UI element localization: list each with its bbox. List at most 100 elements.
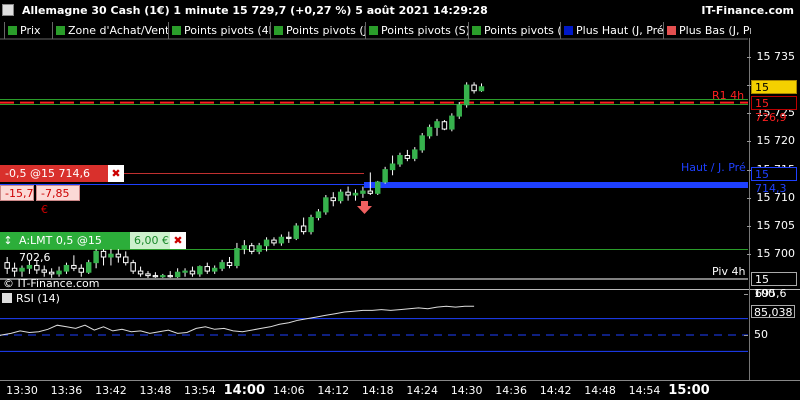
price-tick-label: 15 735 (746, 49, 795, 63)
time-tick-label: 13:36 (50, 384, 83, 397)
rsi-swatch-icon (2, 293, 12, 303)
candle-down (34, 264, 40, 271)
candle-down (441, 121, 448, 130)
candle-down (204, 266, 211, 272)
price-tick-label: 15 700 (746, 247, 795, 261)
candle-up (160, 275, 166, 278)
candle-down (404, 155, 411, 159)
candle-up (93, 250, 99, 264)
candle-down (300, 225, 307, 233)
candle-down (130, 262, 136, 272)
candle-up (478, 86, 485, 92)
candle-down (41, 269, 47, 273)
candle-up (219, 262, 225, 269)
plus-haut-line-label: Haut / J. Pré (681, 160, 746, 174)
time-tick-label: 13:30 (6, 384, 38, 397)
candle-up (197, 266, 203, 275)
rsi-axis[interactable]: 100 50 (744, 287, 800, 380)
plus-haut-level-tag: 15 714,3 (751, 166, 797, 195)
rsi-value-tag: 85,038 (751, 305, 795, 319)
time-tick-label: 14:12 (317, 384, 350, 397)
candle-down (286, 236, 292, 239)
time-tick-label: 14:48 (584, 384, 616, 397)
candle-down (226, 262, 233, 266)
candle-down (137, 270, 144, 275)
candle-up (389, 163, 396, 171)
candle-up (85, 262, 92, 273)
candle-down (189, 270, 196, 275)
candle-down (78, 267, 85, 273)
price-chart[interactable] (0, 0, 800, 400)
candle-down (152, 275, 159, 278)
candle-up (449, 115, 455, 130)
price-tick-label: 15 705 (746, 219, 795, 232)
candle-up (108, 253, 114, 258)
time-tick-label: 14:36 (495, 384, 527, 397)
sell-order-label[interactable]: -0,5 @15 714,6 (RL) (0, 165, 108, 197)
candle-down (249, 245, 255, 252)
candle-down (71, 264, 77, 269)
candle-down (330, 197, 336, 202)
candle-up (56, 270, 62, 275)
time-tick-label: 13:42 (95, 384, 127, 397)
candle-up (337, 191, 344, 202)
trading-chart-window: Allemagne 30 Cash (1€) 1 minute 15 729,7… (0, 0, 800, 400)
candle-up (263, 239, 270, 247)
candle-up (234, 248, 240, 266)
candle-up (63, 264, 70, 272)
watermark: © IT-Finance.com (3, 277, 100, 290)
candle-up (19, 267, 25, 272)
buy-order-label[interactable]: A:LMT 0,5 @15 702,6 (16, 232, 130, 264)
time-tick-label: 14:18 (361, 384, 394, 397)
candle-down (123, 256, 129, 264)
candle-down (345, 191, 351, 196)
sell-order-pl-points: -15,7 (0, 185, 34, 201)
candle-up (293, 225, 299, 239)
sell-arrow-icon (357, 201, 372, 214)
time-tick-label: 15:00 (668, 383, 710, 398)
current-price-tag: 15 729,7 (751, 79, 797, 108)
price-axis[interactable]: 15 73515 73015 72515 72015 71515 71015 7… (746, 38, 800, 290)
candle-down (367, 190, 374, 194)
candle-up (241, 245, 248, 250)
plus-haut-band (364, 182, 748, 188)
sell-order-pl-money: -7,85 € (36, 185, 80, 216)
buy-order-drag-icon[interactable]: ↕ (0, 232, 16, 249)
candle-up (256, 245, 262, 252)
candle-up (463, 84, 470, 106)
candle-up (174, 271, 181, 278)
candle-up (211, 267, 218, 272)
time-tick-label: 14:30 (450, 384, 483, 397)
candle-down (271, 239, 277, 244)
rsi-header[interactable]: RSI (14) (2, 292, 60, 305)
buy-order-amount: 6,00 € (130, 232, 170, 249)
time-tick-label: 13:48 (139, 384, 172, 397)
candle-up (397, 155, 403, 165)
candle-up (419, 135, 425, 151)
candle-up (434, 121, 440, 128)
candle-down (48, 271, 55, 275)
candle-up (352, 192, 359, 196)
candle-down (115, 253, 122, 258)
candle-up (456, 104, 462, 117)
candle-up (323, 197, 329, 213)
pivot-level-tag: 15 695,6 (751, 271, 797, 300)
candle-down (11, 267, 18, 272)
time-axis[interactable]: 13:30 13:36 13:42 13:48 13:54 14:00 14:06 14:12… (0, 381, 800, 400)
candle-up (412, 149, 418, 159)
time-tick-label: 14:42 (539, 384, 572, 397)
buy-order-close-icon[interactable]: ✖ (170, 232, 186, 249)
candle-up (360, 190, 366, 194)
candle-down (145, 273, 151, 277)
candle-down (471, 84, 477, 92)
candle-up (375, 181, 381, 194)
candle-up (182, 270, 188, 273)
pivot-line-label: Piv 4h (712, 264, 746, 278)
rsi-tick-label: 100 (744, 287, 775, 300)
r1-line-label: R1 4h (712, 88, 745, 102)
sell-order-close-icon[interactable]: ✖ (108, 165, 124, 182)
candle-down (100, 250, 107, 258)
candle-up (315, 211, 322, 219)
rsi-line (0, 305, 475, 336)
time-tick-label: 14:00 (223, 383, 266, 398)
